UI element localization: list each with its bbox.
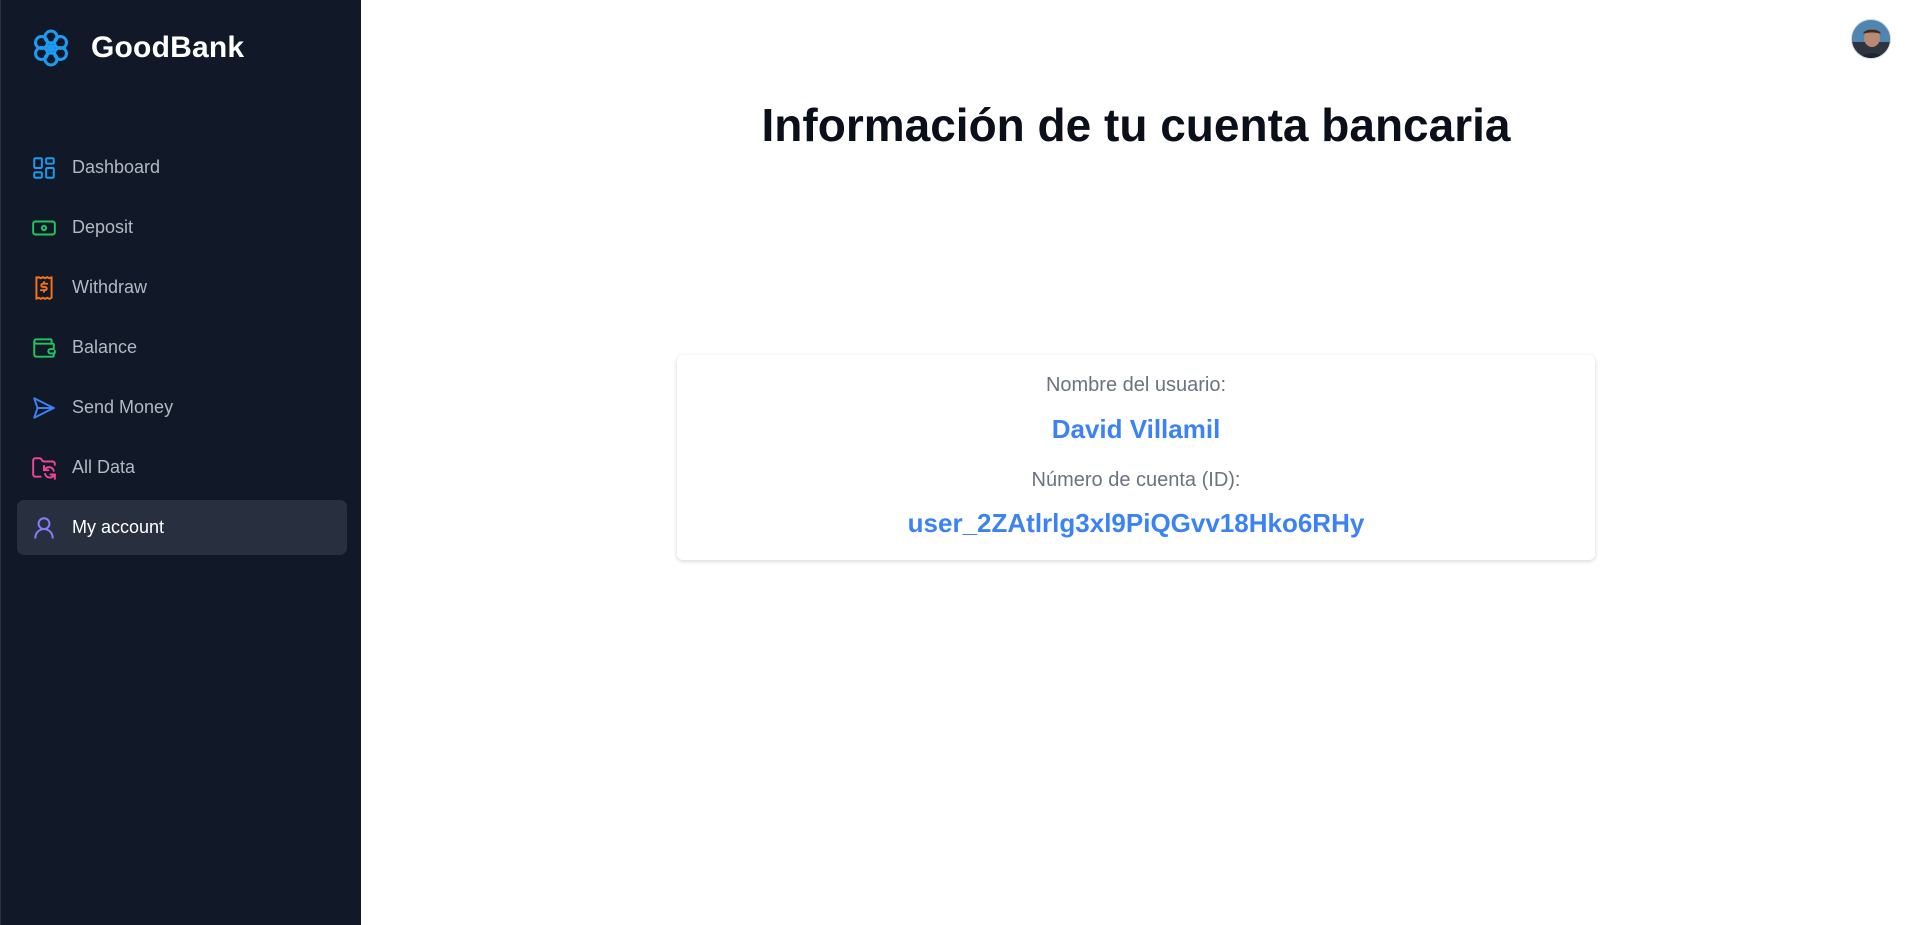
sidebar-item-label: My account bbox=[72, 517, 165, 537]
sidebar-item-label: Send Money bbox=[72, 397, 174, 417]
brand[interactable]: GoodBank bbox=[31, 28, 244, 68]
folder-sync-icon bbox=[31, 455, 57, 481]
sidebar-item-withdraw[interactable]: Withdraw bbox=[17, 260, 347, 315]
username-label: Nombre del usuario: bbox=[1045, 374, 1227, 396]
sidebar-item-my-account[interactable]: My account bbox=[17, 500, 347, 555]
avatar-photo-icon bbox=[1852, 20, 1890, 58]
sidebar-item-label: Withdraw bbox=[72, 277, 148, 297]
dashboard-icon bbox=[31, 155, 57, 181]
sidebar-item-send-money[interactable]: Send Money bbox=[17, 380, 347, 435]
account-info-card: Nombre del usuario: David Villamil Númer… bbox=[677, 355, 1595, 560]
page-title: Información de tu cuenta bancaria bbox=[761, 99, 1511, 151]
receipt-dollar-icon bbox=[31, 275, 57, 301]
sidebar-item-label: Balance bbox=[72, 337, 138, 357]
user-icon bbox=[31, 515, 57, 541]
sidebar-item-dashboard[interactable]: Dashboard bbox=[17, 140, 347, 195]
account-id-value: user_2ZAtlrlg3xl9PiQGvv18Hko6RHy bbox=[907, 508, 1365, 538]
sidebar: GoodBank Dashboard Deposit Withdraw Bala… bbox=[0, 0, 361, 925]
sidebar-item-deposit[interactable]: Deposit bbox=[17, 200, 347, 255]
sidebar-nav: Dashboard Deposit Withdraw Balance Send … bbox=[17, 140, 347, 560]
account-id-label: Número de cuenta (ID): bbox=[1031, 469, 1241, 491]
goodbank-logo-icon bbox=[34, 29, 68, 67]
username-value: David Villamil bbox=[1051, 414, 1221, 444]
sidebar-item-label: All Data bbox=[72, 457, 136, 477]
sidebar-item-all-data[interactable]: All Data bbox=[17, 440, 347, 495]
banknote-icon bbox=[31, 215, 57, 241]
sidebar-item-balance[interactable]: Balance bbox=[17, 320, 347, 375]
app-root: GoodBank Dashboard Deposit Withdraw Bala… bbox=[0, 0, 1911, 925]
sidebar-item-label: Deposit bbox=[72, 217, 134, 237]
wallet-icon bbox=[31, 335, 57, 361]
sidebar-item-label: Dashboard bbox=[72, 157, 161, 177]
brand-name: GoodBank bbox=[91, 31, 245, 64]
user-avatar[interactable] bbox=[1851, 19, 1891, 59]
send-icon bbox=[31, 395, 57, 421]
